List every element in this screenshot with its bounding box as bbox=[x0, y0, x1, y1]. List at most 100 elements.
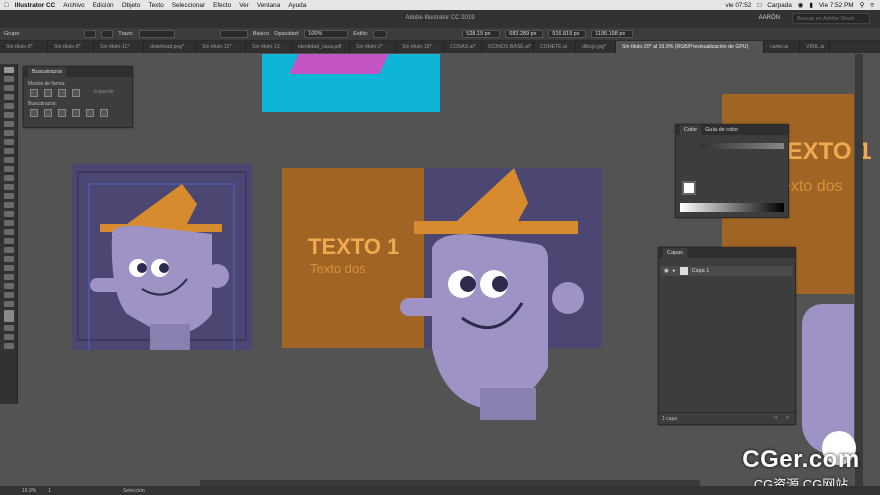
zoom-tool-icon[interactable] bbox=[4, 301, 14, 307]
symbol-sprayer-tool-icon[interactable] bbox=[4, 256, 14, 262]
center-artboard[interactable] bbox=[282, 168, 602, 430]
user-name[interactable]: AARÓN bbox=[759, 15, 780, 21]
menu-ver[interactable]: Ver bbox=[235, 2, 253, 9]
doc-tab[interactable]: Sin título-18* bbox=[396, 41, 444, 53]
battery-icon[interactable]: ▮ bbox=[809, 1, 813, 9]
pathfinder-title[interactable]: Buscatrazos bbox=[28, 67, 67, 77]
menu-ayuda[interactable]: Ayuda bbox=[284, 2, 310, 9]
expand-button[interactable]: Expandir bbox=[94, 89, 114, 97]
tab-color-guide[interactable]: Guía de color bbox=[701, 125, 742, 135]
minus-front-icon[interactable] bbox=[44, 89, 52, 97]
expand-arrow-icon[interactable]: ▸ bbox=[673, 268, 676, 274]
pen-tool-icon[interactable] bbox=[4, 103, 14, 109]
layer-row[interactable]: ◉ ▸ Capa 1 bbox=[661, 266, 793, 276]
vertical-scrollbar[interactable] bbox=[855, 54, 863, 486]
shape-builder-tool-icon[interactable] bbox=[4, 202, 14, 208]
draw-mode-icon[interactable] bbox=[4, 334, 14, 340]
outline-icon[interactable] bbox=[86, 109, 94, 117]
doc-tab[interactable]: Sin título-12* bbox=[196, 41, 246, 53]
menu-list-icon[interactable]: ≡ bbox=[870, 2, 874, 9]
menu-texto[interactable]: Texto bbox=[144, 2, 167, 9]
visibility-eye-icon[interactable]: ◉ bbox=[664, 268, 669, 274]
y-field[interactable]: 683.289 px bbox=[505, 30, 544, 38]
doc-tab[interactable]: Sin título-8* bbox=[48, 41, 94, 53]
brush-label[interactable]: Básico bbox=[253, 31, 270, 37]
doc-tab-active[interactable]: Sin título-20* al 16.9% (RGB/Previsualiz… bbox=[616, 41, 764, 53]
eyedropper-tool-icon[interactable] bbox=[4, 238, 14, 244]
rotate-tool-icon[interactable] bbox=[4, 166, 14, 172]
paintbrush-tool-icon[interactable] bbox=[4, 139, 14, 145]
line-tool-icon[interactable] bbox=[4, 121, 14, 127]
hand-tool-icon[interactable] bbox=[4, 292, 14, 298]
menu-ventana[interactable]: Ventana bbox=[253, 2, 284, 9]
h-field[interactable]: 1195.198 px bbox=[591, 30, 634, 38]
doc-tab[interactable]: ICONOS BASE.ai* bbox=[482, 41, 534, 53]
doc-tab[interactable]: VINIL.ai bbox=[800, 41, 830, 53]
scale-tool-icon[interactable] bbox=[4, 175, 14, 181]
layers-title[interactable]: Capas bbox=[663, 248, 687, 258]
wifi-icon[interactable]: ◉ bbox=[798, 1, 804, 9]
variable-width-field[interactable] bbox=[219, 30, 248, 38]
apple-icon[interactable]:  bbox=[0, 2, 13, 9]
direct-selection-tool-icon[interactable] bbox=[4, 76, 14, 82]
zoom-level[interactable]: 16.9% bbox=[22, 488, 36, 494]
menu-edicion[interactable]: Edición bbox=[89, 2, 118, 9]
headline-text[interactable]: TEXTO 1 bbox=[308, 234, 399, 260]
divide-icon[interactable] bbox=[30, 109, 38, 117]
trash-icon[interactable]: □ bbox=[786, 415, 789, 421]
artboard-tool-icon[interactable] bbox=[4, 274, 14, 280]
color-spectrum-bar[interactable] bbox=[680, 203, 784, 212]
doc-tab[interactable]: Sin título-13 bbox=[246, 41, 292, 53]
minus-back-icon[interactable] bbox=[100, 109, 108, 117]
doc-tab[interactable]: COHETE.ai bbox=[534, 41, 576, 53]
doc-tab[interactable]: COSAS.ai* bbox=[444, 41, 482, 53]
stroke-weight-field[interactable] bbox=[138, 30, 175, 38]
layer-name[interactable]: Capa 1 bbox=[692, 268, 710, 274]
fill-stroke-icon[interactable] bbox=[4, 310, 14, 322]
doc-tab[interactable]: download.png* bbox=[144, 41, 196, 53]
menu-archivo[interactable]: Archivo bbox=[59, 2, 88, 9]
pencil-tool-icon[interactable] bbox=[4, 148, 14, 154]
type-tool-icon[interactable] bbox=[4, 112, 14, 118]
menu-objeto[interactable]: Objeto bbox=[118, 2, 145, 9]
doc-tab[interactable]: cartel.ai bbox=[764, 41, 800, 53]
fill-swatch[interactable] bbox=[84, 30, 97, 38]
folder-icon[interactable]: □ bbox=[757, 2, 761, 9]
menu-seleccionar[interactable]: Seleccionar bbox=[168, 2, 209, 9]
mesh-tool-icon[interactable] bbox=[4, 220, 14, 226]
intersect-icon[interactable] bbox=[58, 89, 66, 97]
color-slider[interactable] bbox=[700, 143, 784, 149]
trim-icon[interactable] bbox=[44, 109, 52, 117]
left-artboard[interactable] bbox=[72, 164, 252, 350]
doc-tab[interactable]: identidad_casa.pdf bbox=[292, 41, 350, 53]
menu-efecto[interactable]: Efecto bbox=[209, 2, 235, 9]
exclude-icon[interactable] bbox=[72, 89, 80, 97]
subheadline-text[interactable]: Texto dos bbox=[310, 261, 366, 276]
artboard-number[interactable]: 1 bbox=[48, 488, 51, 494]
spotlight-icon[interactable]: ⚲ bbox=[860, 1, 865, 9]
eraser-tool-icon[interactable] bbox=[4, 157, 14, 163]
color-mode-icon[interactable] bbox=[4, 325, 14, 331]
opacity-field[interactable]: 100% bbox=[304, 30, 349, 38]
magic-wand-tool-icon[interactable] bbox=[4, 85, 14, 91]
tab-color[interactable]: Color bbox=[680, 125, 702, 135]
perspective-tool-icon[interactable] bbox=[4, 211, 14, 217]
width-tool-icon[interactable] bbox=[4, 184, 14, 190]
style-swatch[interactable] bbox=[373, 30, 388, 38]
fill-stroke-swatch[interactable] bbox=[682, 181, 696, 195]
merge-icon[interactable] bbox=[58, 109, 66, 117]
screen-mode-icon[interactable] bbox=[4, 343, 14, 349]
unite-icon[interactable] bbox=[30, 89, 38, 97]
w-field[interactable]: 916.819 px bbox=[548, 30, 587, 38]
crop-icon[interactable] bbox=[72, 109, 80, 117]
app-menu[interactable]: Illustrator CC bbox=[13, 2, 59, 9]
slice-tool-icon[interactable] bbox=[4, 283, 14, 289]
pathfinder-panel-header[interactable]: Buscatrazos bbox=[24, 67, 132, 77]
rectangle-tool-icon[interactable] bbox=[4, 130, 14, 136]
doc-tab[interactable]: Sin título-8* bbox=[0, 41, 48, 53]
doc-tab[interactable]: Sin título-2* bbox=[350, 41, 396, 53]
graph-tool-icon[interactable] bbox=[4, 265, 14, 271]
blend-tool-icon[interactable] bbox=[4, 247, 14, 253]
gradient-tool-icon[interactable] bbox=[4, 229, 14, 235]
new-layer-icon[interactable]: □ bbox=[774, 415, 777, 421]
